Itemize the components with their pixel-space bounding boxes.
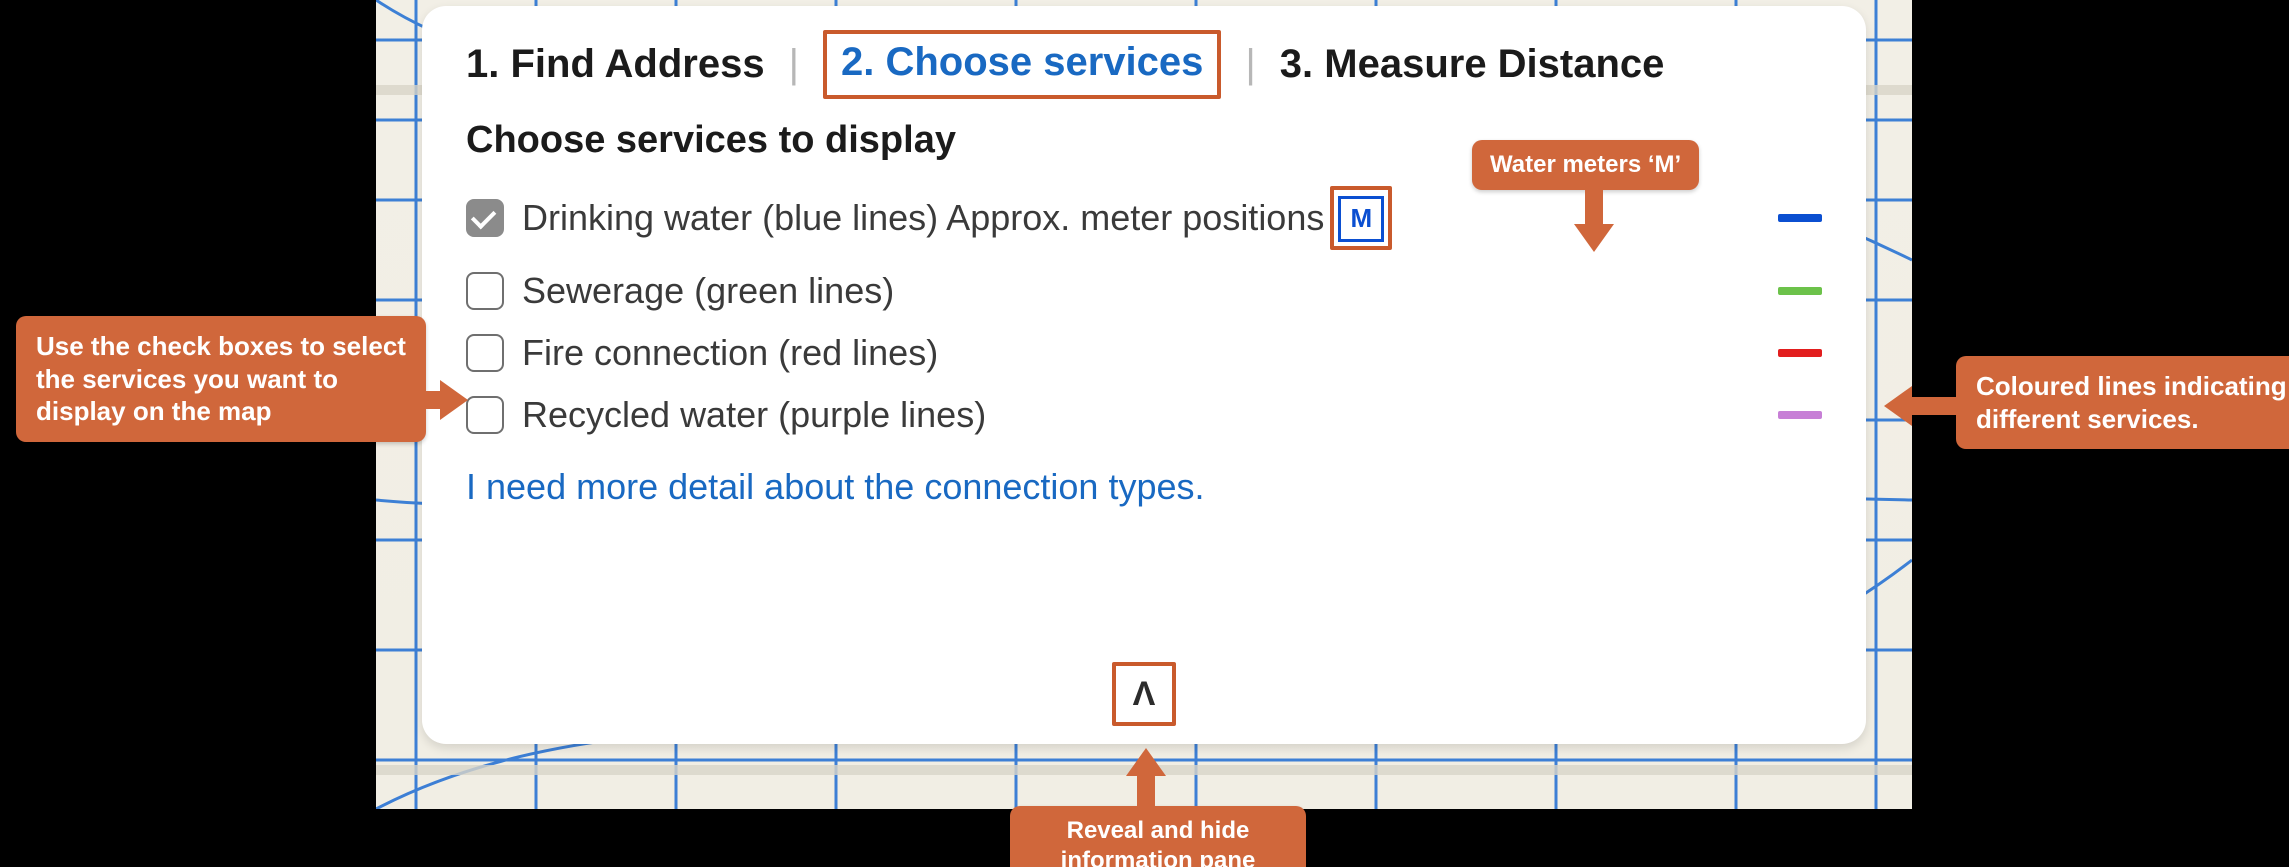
wizard-steps: 1. Find Address | 2. Choose services | 3…: [422, 6, 1866, 111]
callout-checkboxes: Use the check boxes to select the servic…: [16, 316, 426, 442]
step-3[interactable]: 3. Measure Distance: [1280, 42, 1665, 87]
legend-swatch-blue: [1778, 214, 1822, 222]
service-row-recycled: Recycled water (purple lines): [466, 384, 1822, 446]
annotation-highlight-meter-symbol: M: [1330, 186, 1392, 250]
annotated-screenshot-stage: 1. Find Address | 2. Choose services | 3…: [0, 0, 2289, 867]
step-2-active[interactable]: 2. Choose services: [841, 40, 1203, 84]
step-separator: |: [1239, 42, 1261, 87]
legend-swatch-green: [1778, 287, 1822, 295]
label-fire-connection: Fire connection (red lines): [522, 332, 938, 374]
callout-coloured-lines: Coloured lines indicating different serv…: [1956, 356, 2289, 449]
label-recycled-water: Recycled water (purple lines): [522, 394, 986, 436]
legend-swatch-red: [1778, 349, 1822, 357]
service-row-fire: Fire connection (red lines): [466, 322, 1822, 384]
collapse-toggle-caret-icon[interactable]: Ʌ: [1112, 662, 1176, 726]
annotation-highlight-step-2: 2. Choose services: [823, 30, 1221, 99]
legend-swatch-purple: [1778, 411, 1822, 419]
arrow-right-icon: [396, 380, 468, 420]
label-sewerage: Sewerage (green lines): [522, 270, 894, 312]
checkbox-drinking-water[interactable]: [466, 199, 504, 237]
checkbox-fire-connection[interactable]: [466, 334, 504, 372]
service-row-sewerage: Sewerage (green lines): [466, 260, 1822, 322]
service-rows: Drinking water (blue lines) Approx. mete…: [422, 176, 1866, 446]
step-1[interactable]: 1. Find Address: [466, 42, 765, 87]
meter-symbol-icon: M: [1338, 196, 1384, 242]
more-detail-link[interactable]: I need more detail about the connection …: [422, 446, 1866, 508]
checkbox-recycled-water[interactable]: [466, 396, 504, 434]
step-separator: |: [783, 42, 805, 87]
checkbox-sewerage[interactable]: [466, 272, 504, 310]
services-panel: 1. Find Address | 2. Choose services | 3…: [422, 6, 1866, 744]
arrow-up-icon: [1126, 748, 1166, 806]
arrow-down-icon: [1574, 190, 1614, 250]
callout-water-meters: Water meters ‘M’: [1472, 140, 1699, 190]
arrow-left-icon: [1884, 386, 1956, 426]
label-drinking-water: Drinking water (blue lines) Approx. mete…: [522, 197, 1324, 239]
collapse-toggle-wrap: Ʌ: [1112, 662, 1176, 726]
callout-reveal-hide: Reveal and hide information pane: [1010, 806, 1306, 867]
